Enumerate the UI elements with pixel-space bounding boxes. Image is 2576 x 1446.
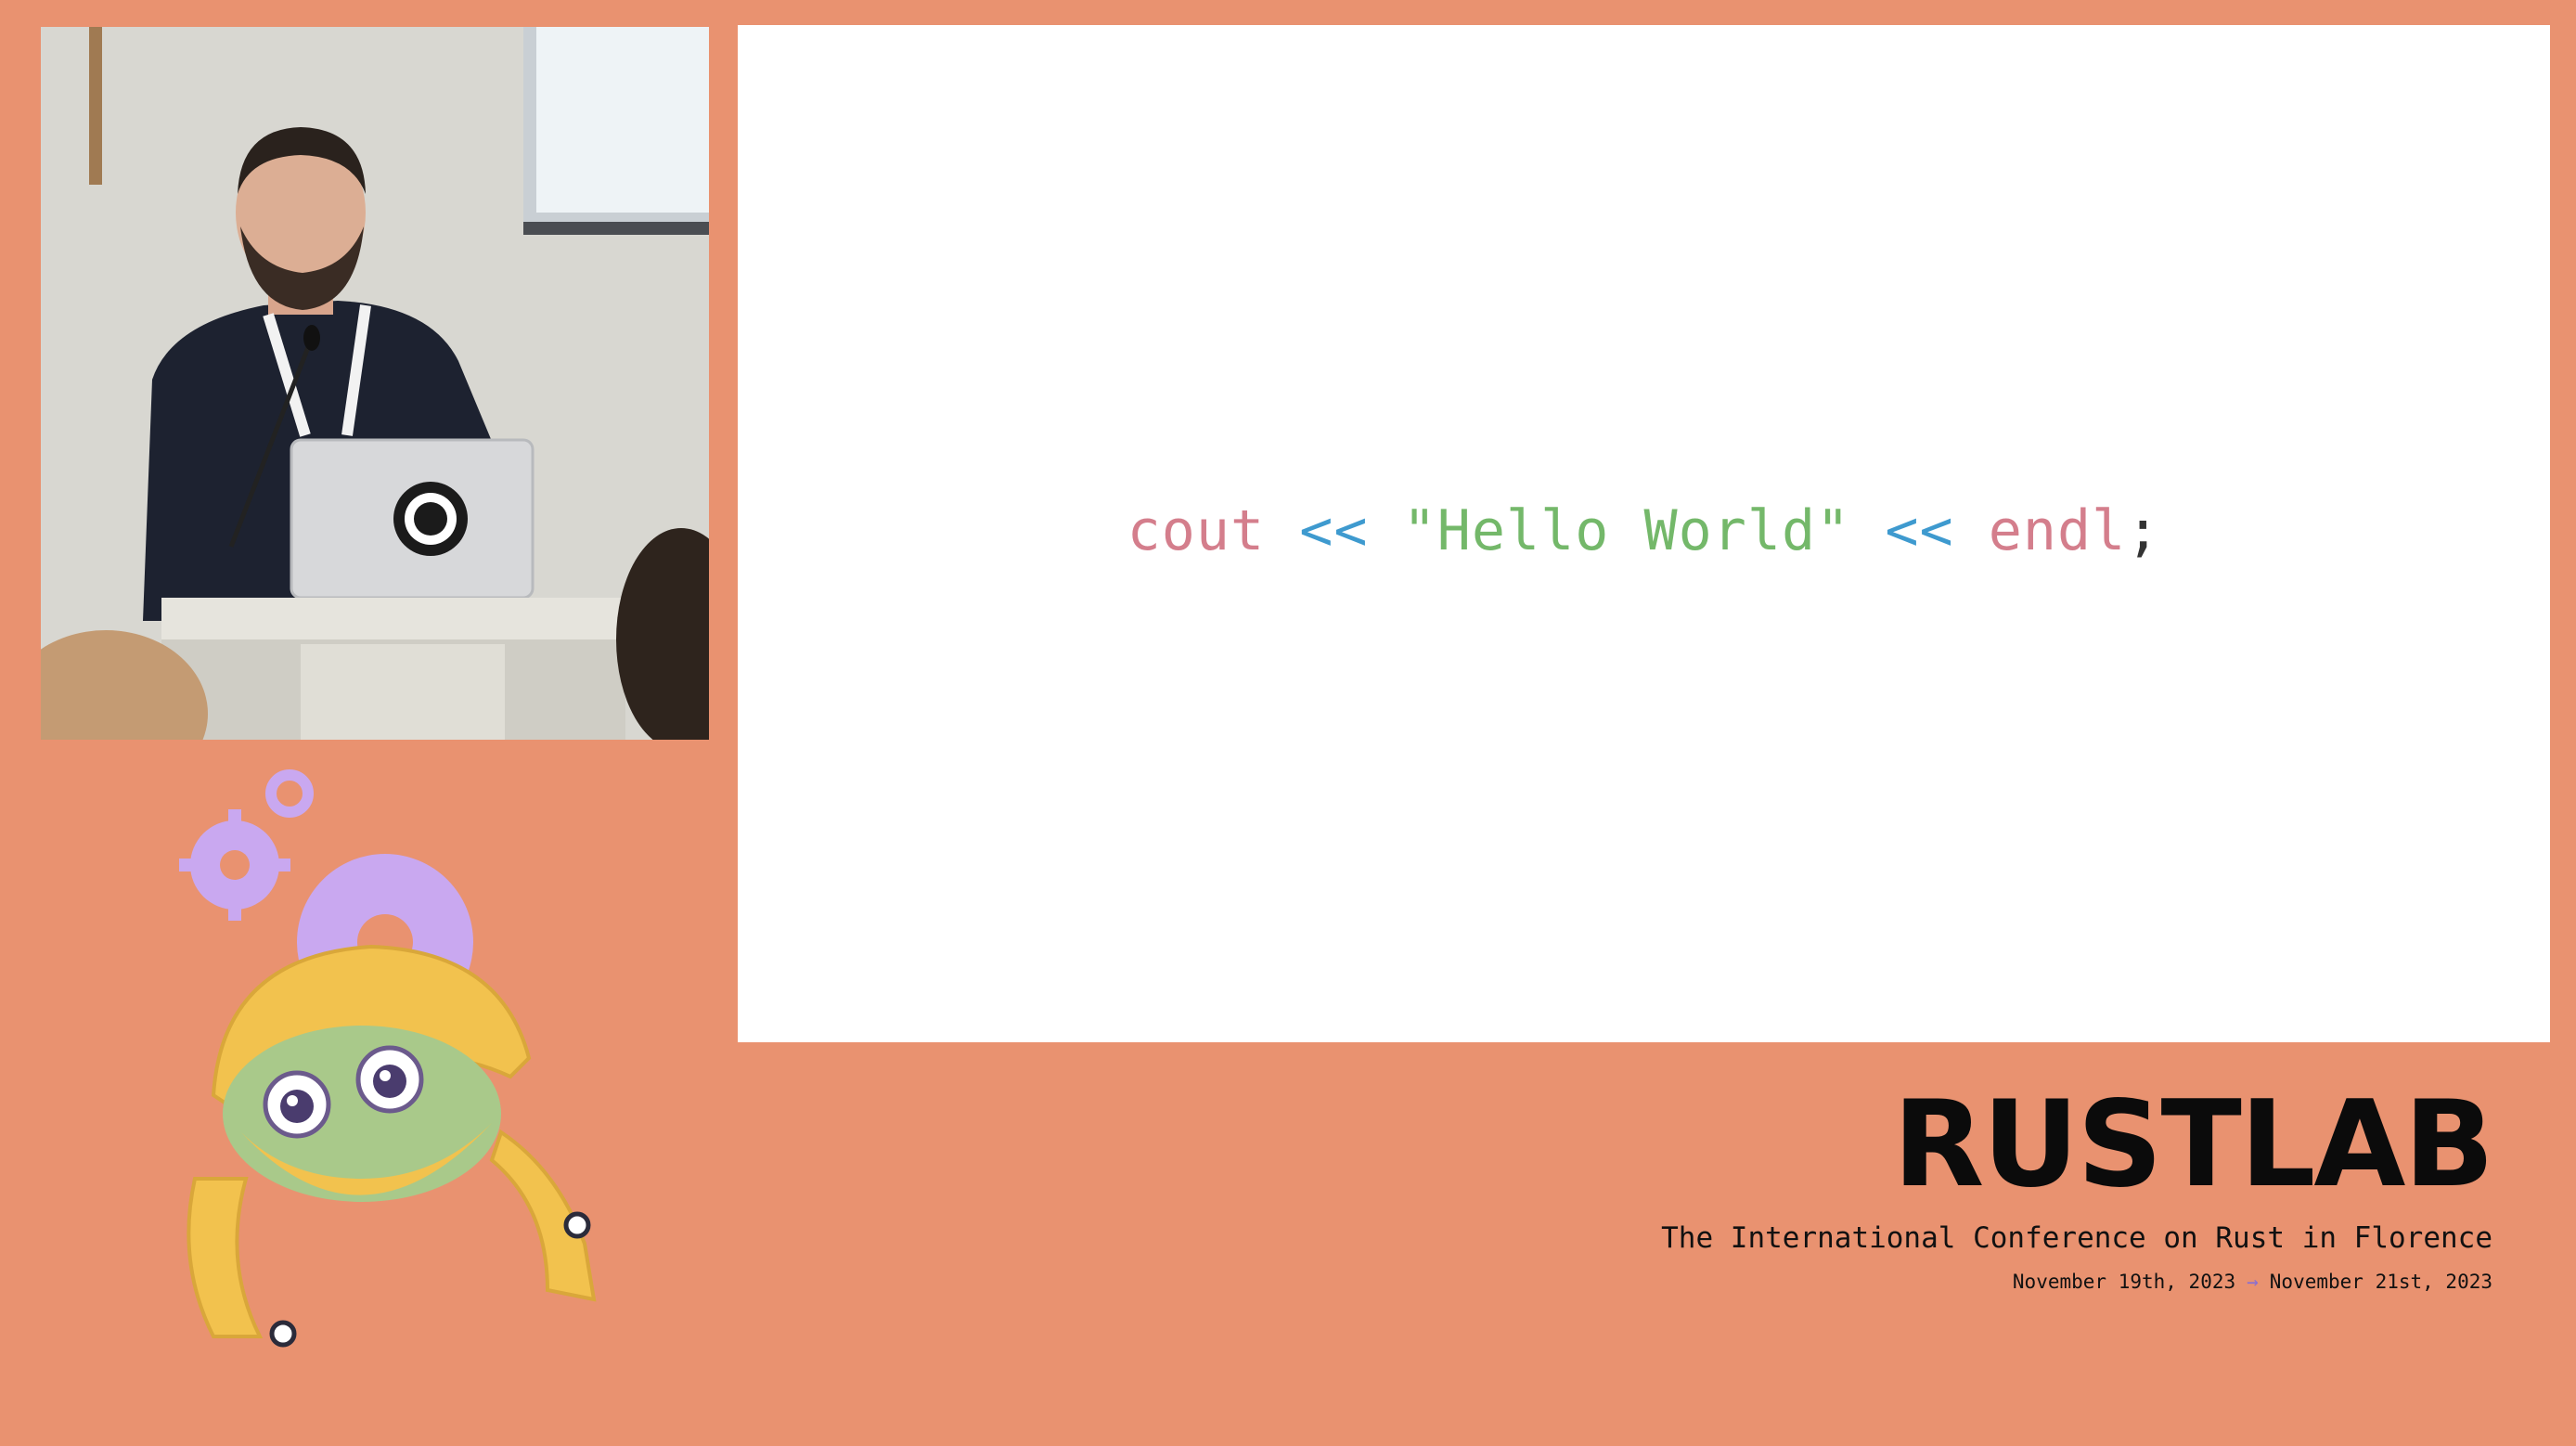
- code-snippet: cout << "Hello World" << endl;: [738, 498, 2550, 563]
- arrow-right-icon: →: [2247, 1271, 2259, 1293]
- rust-logo-sticker-icon: [393, 482, 468, 556]
- conference-dates: November 19th, 2023 → November 21st, 2023: [2013, 1271, 2492, 1293]
- conference-subtitle: The International Conference on Rust in …: [1661, 1221, 2492, 1255]
- code-token-string: "Hello World": [1402, 498, 1851, 563]
- date-end: November 21st, 2023: [2269, 1271, 2492, 1293]
- code-token-cout: cout: [1127, 498, 1266, 563]
- code-token-operator: <<: [1885, 498, 1954, 563]
- code-token-operator: <<: [1299, 498, 1369, 563]
- speaker-video-scene: [41, 27, 709, 740]
- code-token-semicolon: ;: [2126, 498, 2161, 563]
- speaker-video: [41, 27, 709, 740]
- date-start: November 19th, 2023: [2012, 1271, 2236, 1293]
- conference-title: RUSTLAB: [1892, 1076, 2494, 1214]
- presentation-slide: cout << "Hello World" << endl;: [738, 25, 2550, 1042]
- gear-crab-mascot-icon: [158, 742, 603, 1420]
- code-token-endl: endl: [1988, 498, 2127, 563]
